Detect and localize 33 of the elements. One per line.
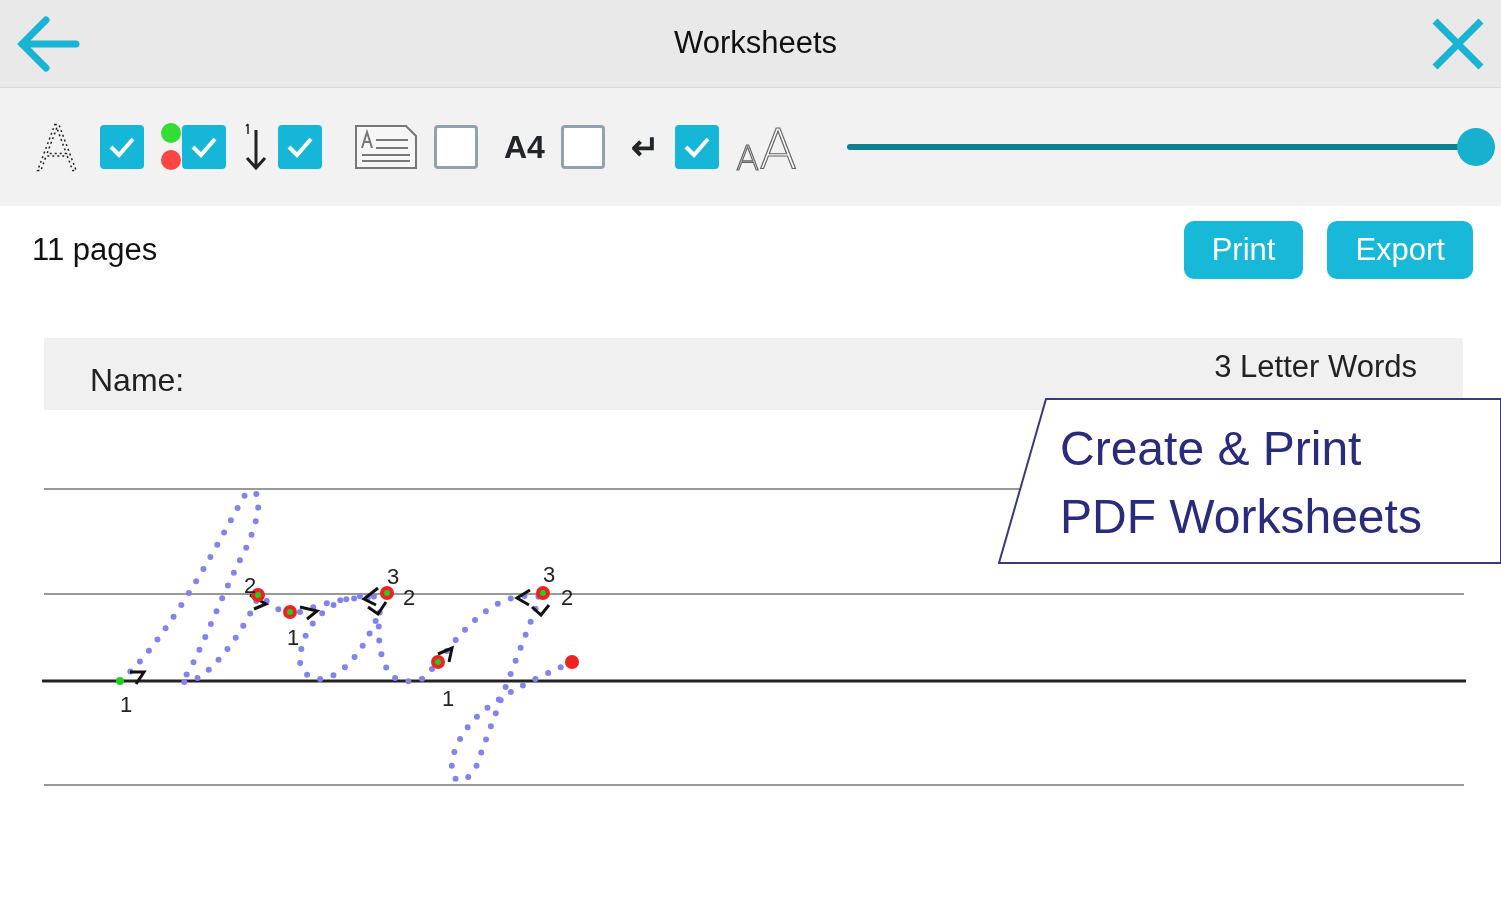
return-symbol[interactable]: ↵	[630, 121, 659, 173]
stroke-number: 3	[542, 562, 556, 587]
checkbox[interactable]	[674, 125, 719, 169]
close-icon[interactable]	[1431, 16, 1485, 71]
paper-size-label[interactable]: A4	[504, 123, 545, 171]
name-label: Name:	[90, 361, 185, 400]
checkbox[interactable]	[100, 125, 144, 169]
window-title: Worksheets	[673, 24, 838, 63]
stroke-number: 2	[243, 573, 257, 598]
check-icon	[682, 136, 711, 158]
stroke-number: 1	[441, 686, 455, 711]
check-icon	[108, 136, 136, 158]
page-count: 11 pages	[32, 230, 158, 269]
check-icon	[190, 136, 218, 158]
stroke-number: 2	[402, 585, 416, 610]
check-icon	[286, 136, 314, 158]
stroke-number: 1	[119, 692, 133, 717]
stroke-number: 3	[386, 564, 400, 589]
letter-outline-icon[interactable]: A	[30, 120, 84, 174]
back-icon[interactable]	[16, 13, 80, 74]
slider[interactable]	[846, 128, 1495, 166]
document-icon[interactable]	[354, 124, 418, 170]
banner-text: Create & Print	[1060, 421, 1363, 477]
checkbox[interactable]	[434, 125, 478, 169]
stroke-number: 1	[286, 625, 300, 650]
worksheet-title: 3 Letter Words	[1214, 348, 1417, 386]
checkbox[interactable]	[560, 125, 605, 169]
checkbox[interactable]	[278, 125, 322, 169]
banner-text: PDF Worksheets	[1060, 489, 1422, 545]
stroke-number: 2	[560, 585, 574, 610]
dots-icon[interactable]	[160, 122, 182, 172]
checkbox[interactable]	[182, 125, 226, 169]
slider-thumb[interactable]	[1457, 128, 1495, 166]
